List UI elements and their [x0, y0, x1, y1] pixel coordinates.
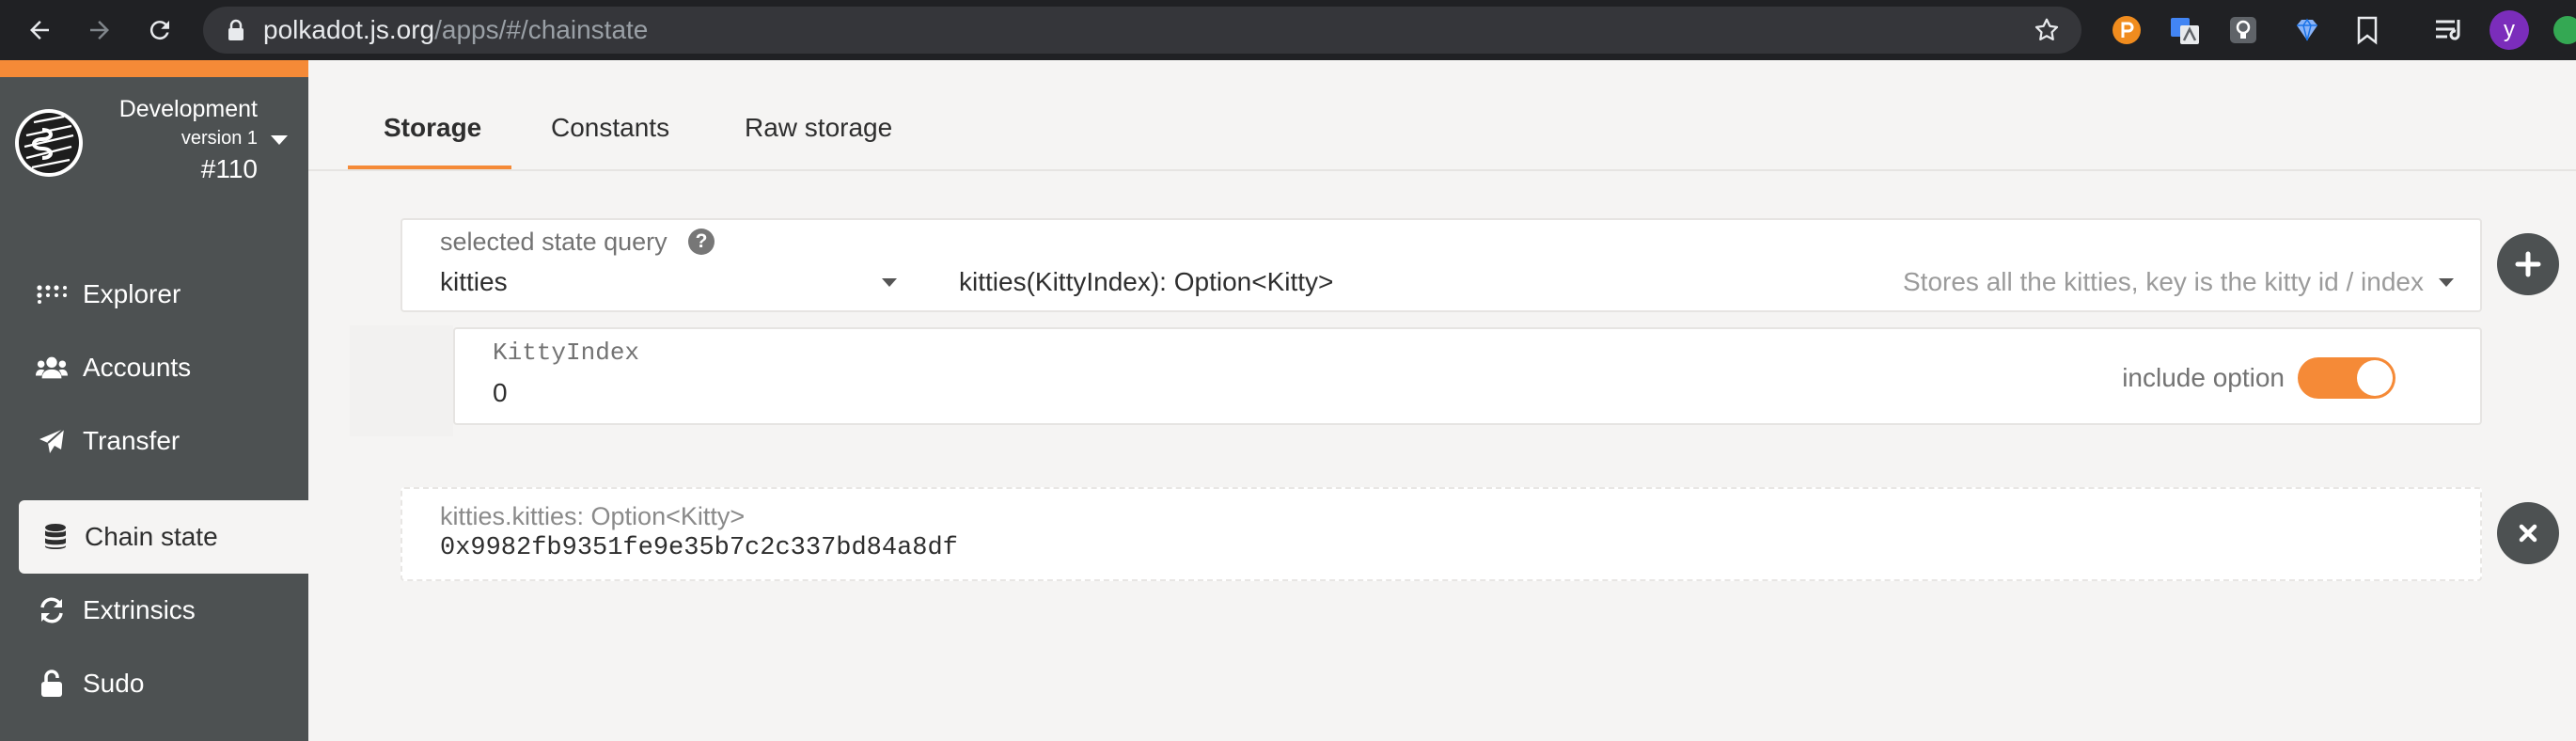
- active-tab-indicator: [348, 166, 511, 169]
- arrow-right-icon: [90, 21, 109, 39]
- method-dropdown-caret-icon[interactable]: [2439, 278, 2454, 287]
- bookmark-star-icon[interactable]: [2033, 16, 2061, 44]
- tab-raw-storage[interactable]: Raw storage: [745, 113, 892, 143]
- reload-icon: [149, 21, 169, 40]
- back-button[interactable]: [21, 11, 58, 49]
- param-label: KittyIndex: [493, 339, 640, 367]
- sidebar-item-label: Sudo: [83, 669, 145, 698]
- tab-bar: Storage Constants Raw storage: [308, 60, 2576, 171]
- sidebar-item-transfer[interactable]: Transfer: [19, 404, 308, 478]
- extension-green-icon[interactable]: [2553, 16, 2576, 44]
- query-result: kitties.kitties: Option<Kitty> 0x9982fb9…: [401, 487, 2482, 581]
- include-option-toggle[interactable]: [2298, 357, 2395, 399]
- state-query-label: selected state query: [440, 228, 668, 256]
- sync-icon: [36, 594, 68, 626]
- sidebar-item-label: Accounts: [83, 353, 192, 382]
- toggle-knob: [2357, 360, 2393, 396]
- sidebar-item-chain-state[interactable]: Chain state: [19, 500, 308, 574]
- sidebar-item-label: Transfer: [83, 426, 181, 455]
- extension-bulb-icon[interactable]: [2226, 13, 2260, 47]
- database-icon: [39, 521, 71, 553]
- reading-list-icon[interactable]: [2433, 13, 2467, 47]
- chain-version: version 1: [181, 128, 258, 149]
- sidebar: Development version 1 #110 Explorer Acco…: [0, 60, 308, 741]
- chain-name: Development: [118, 96, 258, 122]
- sidebar-item-sudo[interactable]: Sudo: [19, 647, 308, 720]
- method-dropdown-value[interactable]: kitties(KittyIndex): Option<Kitty>: [959, 267, 1333, 297]
- extension-diamond-icon[interactable]: [2290, 13, 2324, 47]
- kitty-index-input[interactable]: 0: [493, 378, 508, 408]
- users-icon: [36, 352, 68, 384]
- lock-icon: [228, 19, 243, 40]
- result-value: 0x9982fb9351fe9e35b7c2c337bd84a8df: [440, 534, 958, 562]
- url-text: polkadot.js.org/apps/#/chainstate: [263, 7, 648, 54]
- url-domain: polkadot.js.org: [263, 15, 435, 44]
- section-dropdown-value[interactable]: kitties: [440, 267, 508, 297]
- extension-p-icon[interactable]: [2110, 13, 2144, 47]
- close-icon: [2519, 524, 2537, 543]
- arrow-left-icon: [30, 21, 49, 39]
- url-path: /apps/#/chainstate: [434, 15, 649, 44]
- sidebar-accent-bar: [0, 60, 308, 77]
- browser-toolbar: polkadot.js.org/apps/#/chainstate y: [0, 0, 2576, 60]
- tab-constants[interactable]: Constants: [551, 113, 669, 143]
- result-label: kitties.kitties: Option<Kitty>: [440, 502, 746, 530]
- unlock-icon: [36, 668, 68, 700]
- section-dropdown-caret-icon[interactable]: [882, 278, 897, 287]
- include-option-label: include option: [2122, 363, 2285, 392]
- method-description: Stores all the kitties, key is the kitty…: [1902, 267, 2424, 296]
- grid-dots-icon: [36, 278, 68, 310]
- extension-bookmark-icon[interactable]: [2350, 13, 2384, 47]
- profile-avatar[interactable]: y: [2490, 10, 2529, 50]
- polkadot-logo-icon[interactable]: [13, 107, 85, 179]
- state-query-selector: selected state query ? kitties kitties(K…: [401, 218, 2482, 312]
- plus-icon: [2515, 251, 2541, 277]
- forward-button[interactable]: [81, 11, 118, 49]
- sidebar-item-explorer[interactable]: Explorer: [19, 258, 308, 331]
- sidebar-item-label: Explorer: [83, 279, 181, 308]
- extension-translate-icon[interactable]: [2168, 13, 2202, 47]
- sidebar-item-extrinsics[interactable]: Extrinsics: [19, 574, 308, 647]
- add-query-button[interactable]: [2497, 233, 2559, 295]
- sidebar-item-label: Chain state: [85, 522, 218, 551]
- help-icon[interactable]: ?: [688, 229, 715, 255]
- param-input-card: KittyIndex 0 include option: [453, 327, 2482, 425]
- chain-dropdown-caret-icon[interactable]: [271, 135, 288, 145]
- sidebar-item-label: Extrinsics: [83, 595, 196, 624]
- tab-storage[interactable]: Storage: [384, 113, 481, 143]
- paper-plane-icon: [36, 425, 68, 457]
- sidebar-item-accounts[interactable]: Accounts: [19, 331, 308, 404]
- remove-query-button[interactable]: [2497, 502, 2559, 564]
- best-block-number: #110: [200, 154, 258, 183]
- param-indent: [350, 325, 453, 436]
- address-bar[interactable]: polkadot.js.org/apps/#/chainstate: [203, 7, 2081, 54]
- reload-button[interactable]: [141, 11, 179, 49]
